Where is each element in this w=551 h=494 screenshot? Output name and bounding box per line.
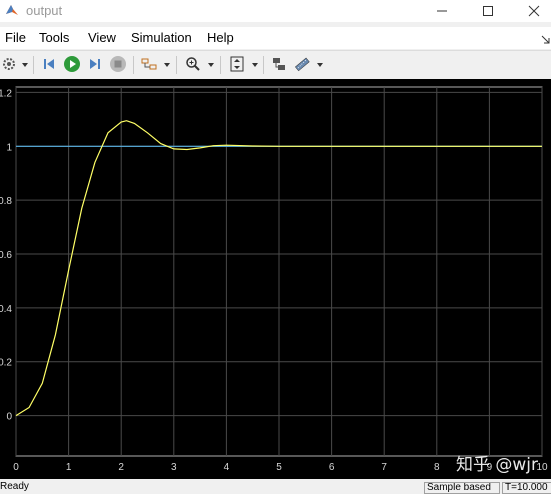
chevron-down-icon[interactable] [208,63,214,67]
y-tick-label: 0.2 [0,358,12,369]
step-forward-icon[interactable] [86,55,104,73]
watermark-text: 知乎 @wjr [456,455,538,475]
highlight-block-icon[interactable] [270,55,288,73]
y-tick-label: 1.2 [0,88,12,99]
toolbar-separator [263,56,264,74]
x-tick-label: 8 [434,462,440,473]
toolbar-separator [133,56,134,74]
toolbar [0,50,551,80]
measurement-icon[interactable] [293,55,311,73]
signal-selector-icon[interactable] [140,55,158,73]
sim-time-text: T=10.000 [502,482,551,494]
stop-icon[interactable] [109,55,127,73]
chevron-down-icon[interactable] [22,63,28,67]
chevron-down-icon[interactable] [317,63,323,67]
x-tick-label: 3 [171,462,177,473]
status-ready-text: Ready [0,481,29,492]
x-tick-label: 7 [381,462,387,473]
chevron-down-icon[interactable] [164,63,170,67]
menu-bar: File Tools View Simulation Help [0,27,551,49]
zoom-in-icon[interactable] [184,55,202,73]
sample-mode-text: Sample based [424,482,500,494]
step-back-icon[interactable] [40,55,58,73]
toolbar-separator [220,56,221,74]
menu-view[interactable]: View [88,30,116,45]
x-tick-label: 2 [118,462,124,473]
maximize-button[interactable] [466,0,510,22]
run-icon[interactable] [63,55,81,73]
menu-help[interactable]: Help [207,30,234,45]
menu-simulation[interactable]: Simulation [131,30,192,45]
toolbar-separator [176,56,177,74]
x-tick-label: 5 [276,462,282,473]
settings-icon[interactable] [0,55,18,73]
x-tick-label: 10 [536,462,548,473]
undock-arrow-icon[interactable] [541,31,550,49]
autoscale-icon[interactable] [228,55,246,73]
y-tick-labels: 0 0.2 0.4 0.6 0.8 1 1.2 [0,88,12,422]
scope-display[interactable]: 0 0.2 0.4 0.6 0.8 1 1.2 0 1 2 3 4 5 6 7 8 9 10 知乎 @wjr [0,79,551,479]
matlab-logo-icon [5,3,19,17]
status-bar: Ready Sample based T=10.000 [0,479,551,494]
x-tick-label: 1 [66,462,72,473]
title-bar: output [0,0,551,22]
scope-chart: 00.20.40.60.811.2 0 1 2 3 4 5 6 7 8 9 10 知乎 @wjr [0,86,548,475]
y-tick-label: 0.6 [0,250,12,261]
y-tick-label: 0 [6,412,12,423]
y-tick-label: 0.4 [0,304,12,315]
toolbar-separator [33,56,34,74]
x-tick-label: 0 [13,462,19,473]
menu-tools[interactable]: Tools [39,30,69,45]
y-tick-label: 1 [6,142,12,153]
window-title: output [26,3,63,18]
close-button[interactable] [512,0,551,22]
y-tick-label: 0.8 [0,196,12,207]
x-tick-label: 6 [329,462,335,473]
menu-file[interactable]: File [5,30,26,45]
minimize-button[interactable] [420,0,464,22]
x-tick-label: 4 [224,462,230,473]
chevron-down-icon[interactable] [252,63,258,67]
